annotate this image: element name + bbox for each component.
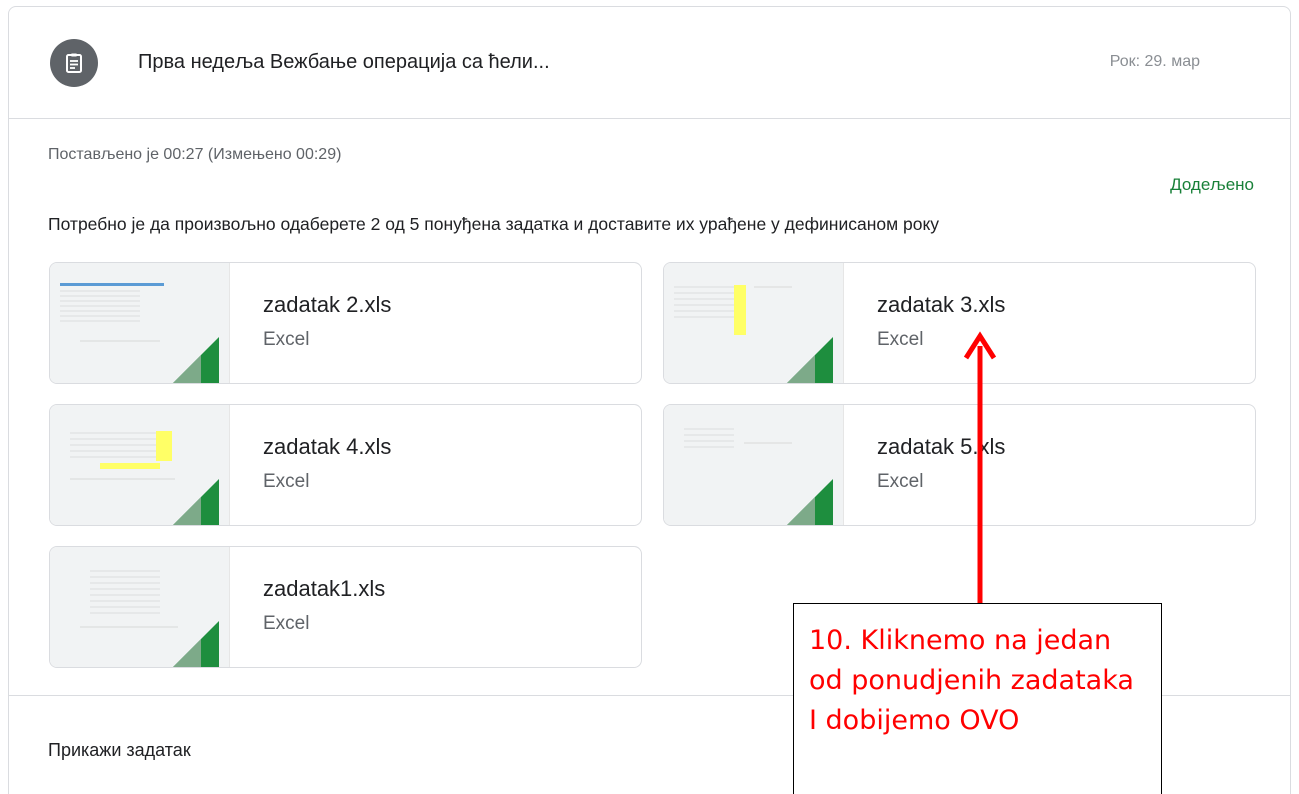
arrow-up-icon [963,331,997,608]
status-badge: Додељено [1170,175,1254,194]
view-assignment-link[interactable]: Прикажи задатак [48,740,191,761]
annotation-callout: 10. Kliknemo na jedan od ponudjenih zada… [793,603,1162,794]
posted-time: Постављено је 00:27 (Измењено 00:29) [48,146,342,163]
file-thumbnail [50,405,230,525]
assignment-header[interactable]: Прва недеља Вежбање операција са ћели...… [9,7,1290,119]
annotation-text: 10. Kliknemo na jedan od ponudjenih zada… [809,625,1134,736]
attachment-name: zadatak 2.xls [263,292,392,317]
attachment-type: Excel [263,613,310,634]
attachment-type: Excel [263,329,310,350]
file-thumbnail [50,263,230,383]
attachment-card[interactable]: zadatak 2.xls Excel [49,262,642,384]
due-date: Рок: 29. мар [1109,53,1200,70]
attachment-type: Excel [877,329,924,350]
assignment-description: Потребно је да произвољно одаберете 2 од… [48,214,940,234]
file-thumbnail [664,263,844,383]
assignment-icon [50,39,98,87]
attachment-card[interactable]: zadatak 4.xls Excel [49,404,642,526]
attachment-name: zadatak 3.xls [877,292,1006,317]
file-thumbnail [664,405,844,525]
file-thumbnail [50,547,230,667]
assignment-title: Прва недеља Вежбање операција са ћели... [138,51,550,73]
attachment-type: Excel [263,471,310,492]
attachment-type: Excel [877,471,924,492]
attachment-name: zadatak 4.xls [263,434,392,459]
attachment-name: zadatak1.xls [263,576,386,601]
attachment-card[interactable]: zadatak1.xls Excel [49,546,642,668]
